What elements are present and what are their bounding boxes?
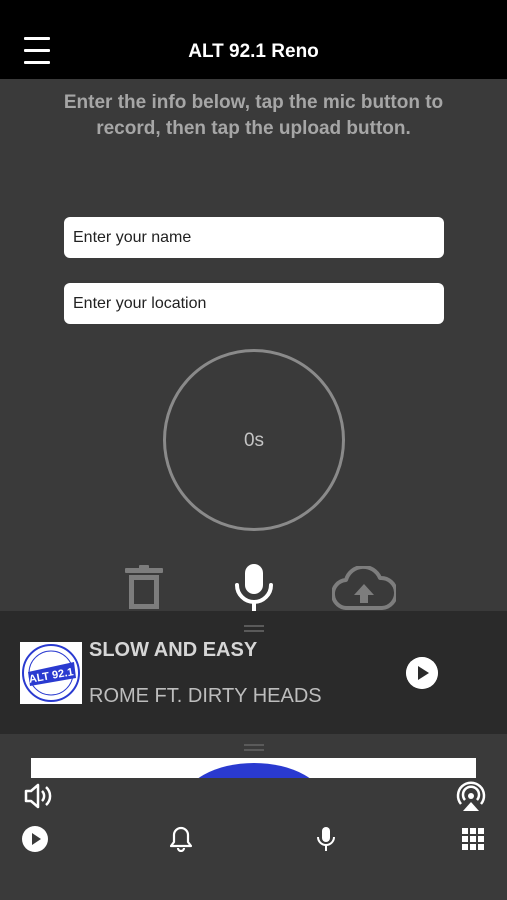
volume-icon[interactable] xyxy=(24,782,54,810)
logo-banner[interactable] xyxy=(31,758,476,778)
play-button[interactable] xyxy=(406,657,438,689)
name-field[interactable] xyxy=(64,217,444,258)
song-title: SLOW AND EASY xyxy=(89,639,258,661)
drag-handle[interactable] xyxy=(244,625,264,633)
timer-label: 0s xyxy=(243,430,265,451)
now-playing-bar[interactable]: ALT 92.1 SLOW AND EASY ROME FT. DIRTY HE… xyxy=(0,611,507,734)
location-field[interactable] xyxy=(64,283,444,324)
bell-icon[interactable] xyxy=(170,826,192,852)
bottom-panel xyxy=(0,734,507,900)
album-art: ALT 92.1 xyxy=(20,642,82,704)
instructions-text: Enter the info below, tap the mic button… xyxy=(63,92,444,139)
cloud-upload-icon[interactable] xyxy=(332,566,396,610)
airplay-icon[interactable] xyxy=(455,780,487,812)
page-title: ALT 92.1 Reno xyxy=(188,41,319,62)
microphone-icon[interactable] xyxy=(233,563,275,613)
svg-text:ALT 92.1: ALT 92.1 xyxy=(28,666,74,686)
logo-partial xyxy=(183,763,325,778)
trash-icon[interactable] xyxy=(124,564,164,610)
drag-handle[interactable] xyxy=(244,744,264,752)
song-artist: ROME FT. DIRTY HEADS xyxy=(89,685,322,707)
app-root: ALT 92.1 Reno Enter the info below, tap … xyxy=(0,0,507,900)
grid-icon[interactable] xyxy=(462,828,484,850)
header-bar: ALT 92.1 Reno xyxy=(0,0,507,79)
record-timer-circle[interactable]: 0s xyxy=(163,349,345,531)
play-icon[interactable] xyxy=(22,826,48,852)
microphone-tab-icon[interactable] xyxy=(316,826,336,852)
